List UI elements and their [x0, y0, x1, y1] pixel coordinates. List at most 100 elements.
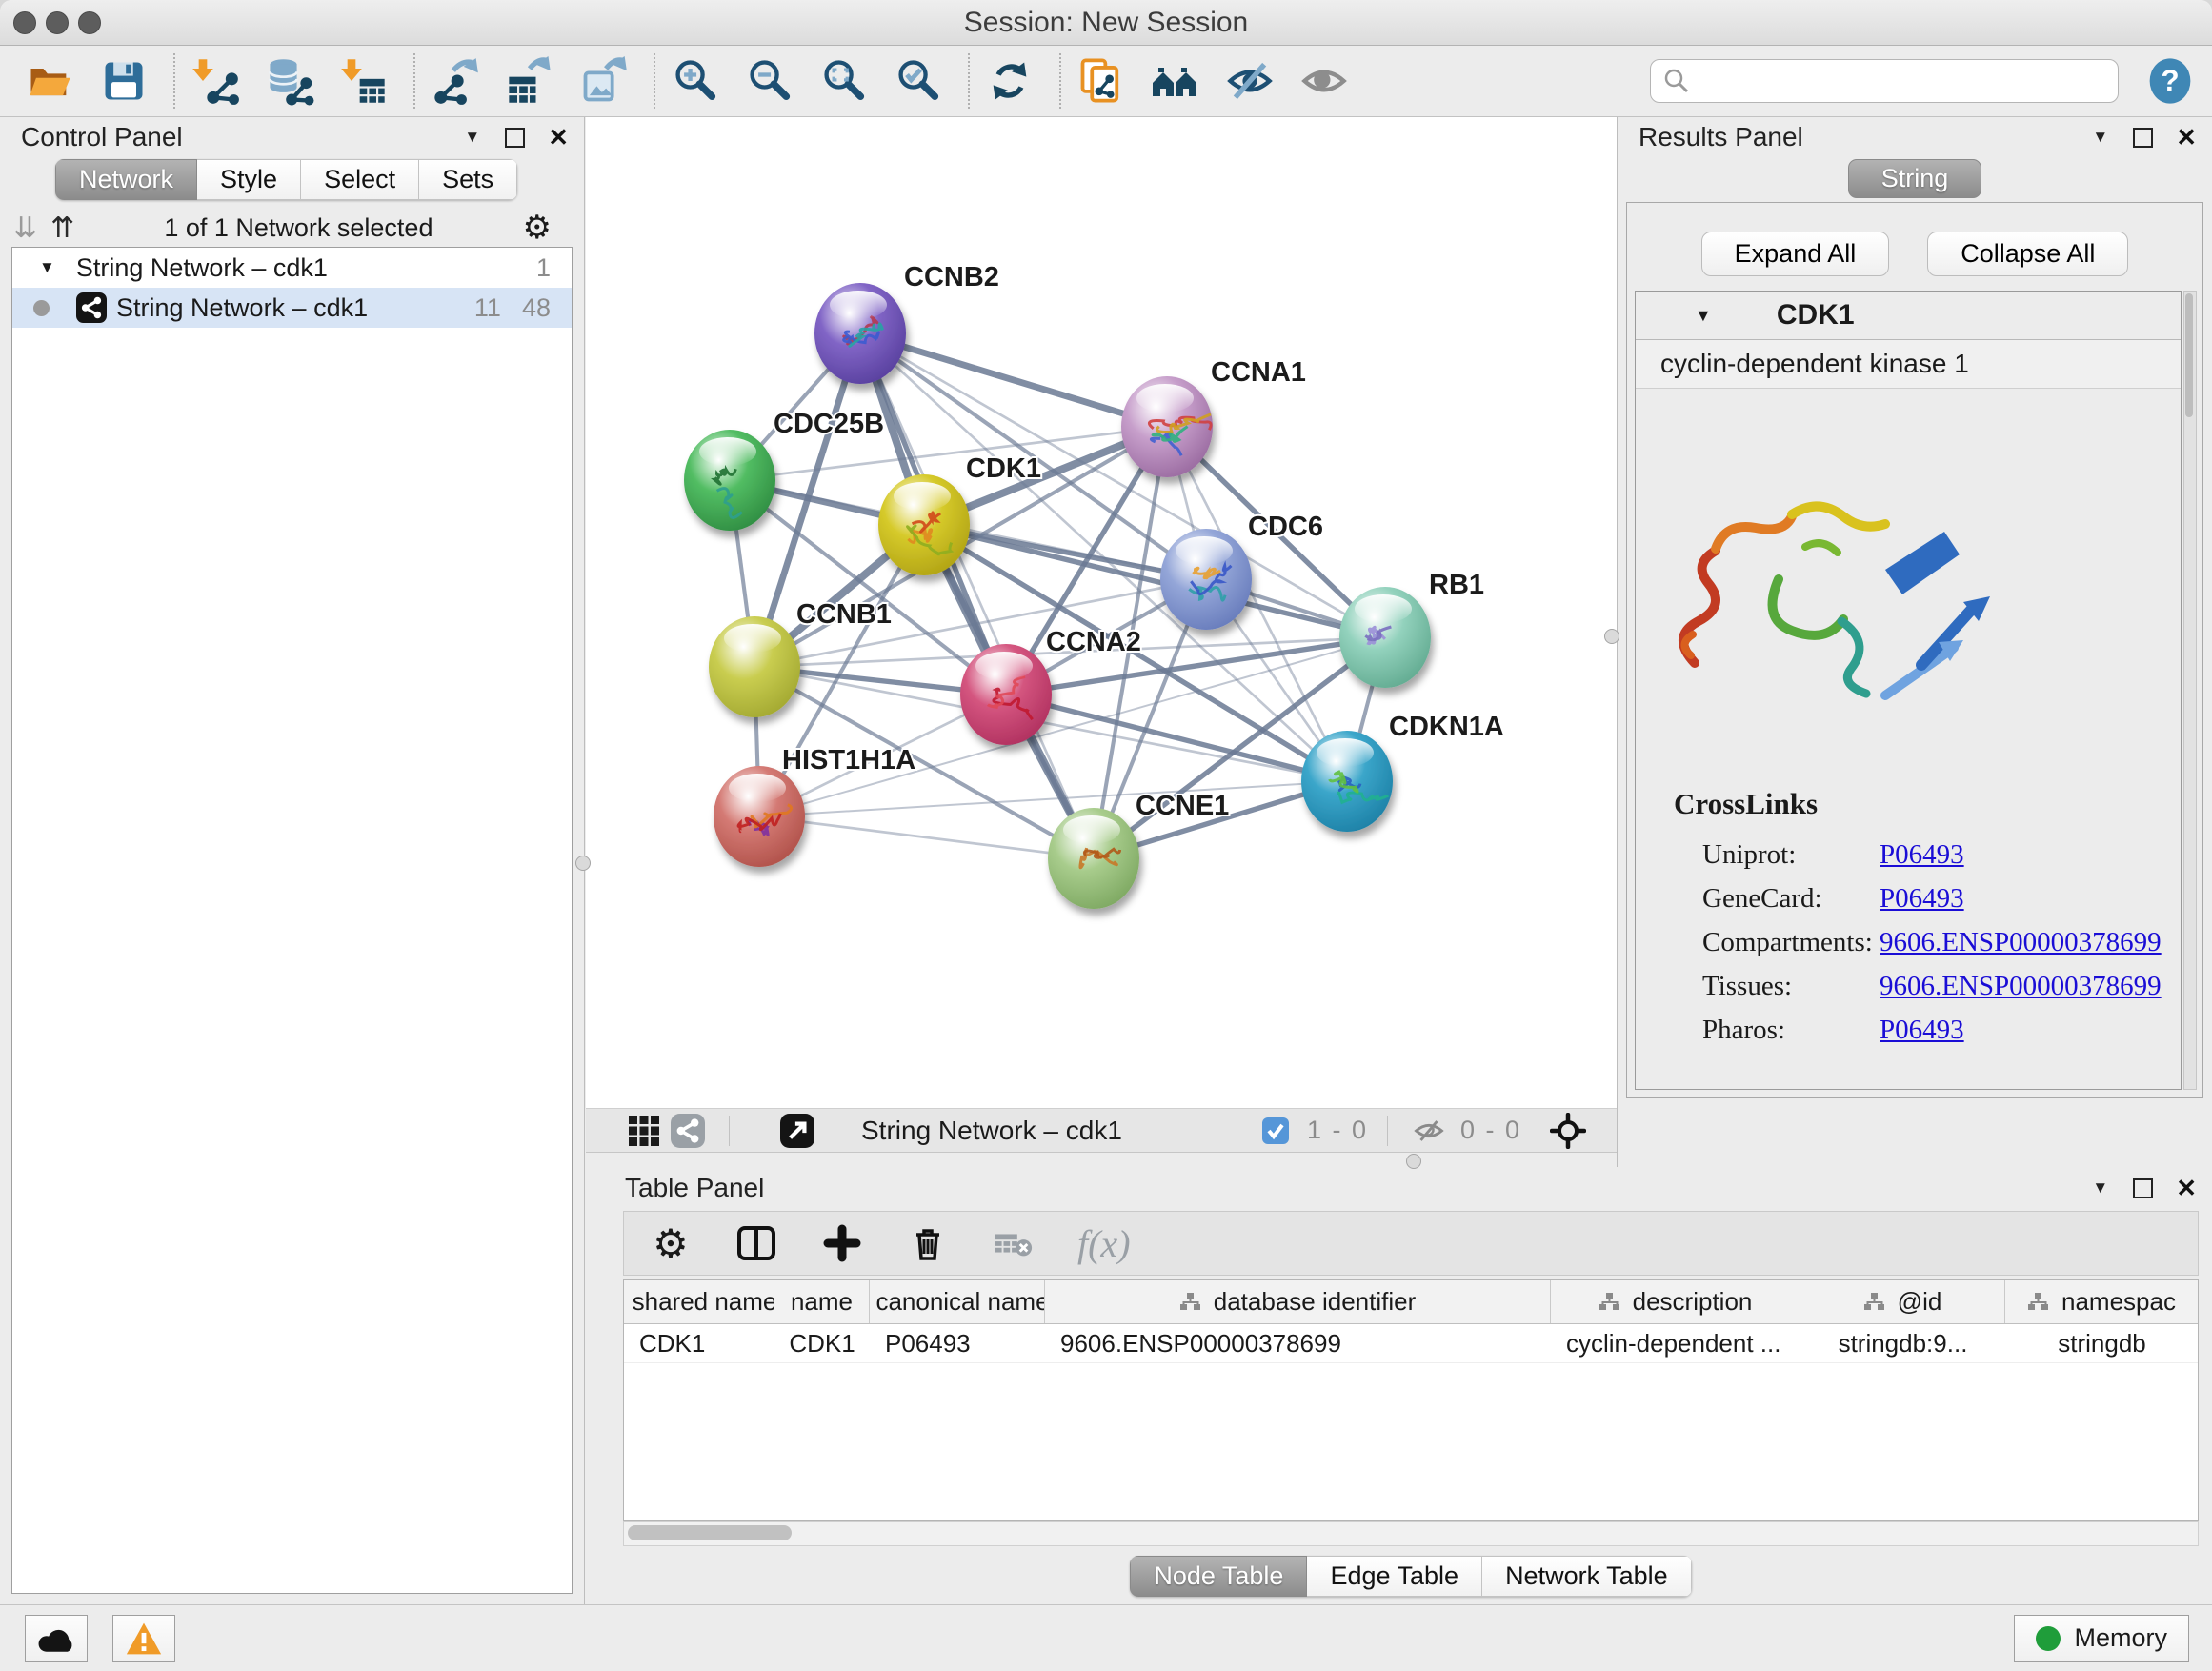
column-header-name[interactable]: name — [774, 1280, 870, 1323]
collapse-all-networks-icon[interactable]: ⇊ — [13, 211, 37, 245]
import-network-database-icon[interactable] — [263, 54, 316, 108]
cloud-status-button[interactable] — [25, 1615, 88, 1662]
hide-selected-eye-icon[interactable] — [1223, 54, 1277, 108]
collapse-all-button[interactable]: Collapse All — [1927, 232, 2128, 276]
table-cell[interactable]: CDK1 — [624, 1324, 774, 1362]
crosslink-link[interactable]: P06493 — [1880, 883, 1964, 915]
table-settings-gear-icon[interactable]: ⚙ — [649, 1221, 693, 1265]
panel-menu-icon[interactable]: ▼ — [2092, 128, 2108, 147]
export-image-icon[interactable] — [577, 54, 631, 108]
network-view-canvas[interactable]: CCNB2CCNA1CDC25BCDK1CDC6RB1CCNB1CCNA2CDK… — [586, 117, 1617, 1108]
function-builder-icon[interactable]: f(x) — [1077, 1221, 1131, 1266]
import-network-file-icon[interactable] — [189, 54, 242, 108]
help-icon[interactable]: ? — [2143, 54, 2197, 108]
export-table-icon[interactable] — [503, 54, 556, 108]
add-column-icon[interactable] — [820, 1221, 864, 1265]
expand-all-button[interactable]: Expand All — [1701, 232, 1890, 276]
panel-close-icon[interactable]: ✕ — [2176, 123, 2197, 152]
bottom-splitter-handle[interactable] — [1406, 1154, 1421, 1169]
network-node-RB1[interactable] — [1339, 587, 1431, 688]
table-cell[interactable]: stringdb:9... — [1800, 1324, 2005, 1362]
entry-expander-icon[interactable]: ▼ — [1695, 306, 1712, 326]
table-cell[interactable]: cyclin-dependent ... — [1551, 1324, 1800, 1362]
network-node-CCNA2[interactable] — [960, 644, 1052, 745]
results-scrollbar[interactable] — [2183, 291, 2197, 1090]
tab-node-table[interactable]: Node Table — [1130, 1556, 1307, 1597]
network-node-CCNA1[interactable] — [1121, 376, 1213, 477]
export-network-icon[interactable] — [429, 54, 482, 108]
show-all-eye-icon[interactable] — [1297, 54, 1351, 108]
hidden-eye-icon[interactable] — [1407, 1109, 1451, 1153]
column-header-canonical-name[interactable]: canonical name — [870, 1280, 1045, 1323]
apply-layout-icon[interactable] — [983, 54, 1036, 108]
network-row[interactable]: String Network – cdk1 11 48 — [12, 288, 572, 328]
network-edge[interactable] — [860, 333, 1094, 858]
panel-float-icon[interactable] — [2133, 128, 2153, 148]
table-cell[interactable]: stringdb — [2005, 1324, 2199, 1362]
tab-style[interactable]: Style — [197, 159, 301, 200]
crosslink-link[interactable]: P06493 — [1880, 1015, 1964, 1046]
column-header-shared-name[interactable]: shared name — [624, 1280, 774, 1323]
zoom-selected-icon[interactable] — [892, 54, 945, 108]
first-neighbors-icon[interactable] — [1149, 54, 1202, 108]
crosslink-link[interactable]: P06493 — [1880, 839, 1964, 871]
network-edge[interactable] — [860, 333, 1167, 427]
table-cell[interactable]: P06493 — [870, 1324, 1045, 1362]
network-node-CCNE1[interactable] — [1048, 808, 1139, 909]
save-session-icon[interactable] — [97, 54, 151, 108]
network-collection-row[interactable]: ▼ String Network – cdk1 1 — [12, 248, 572, 288]
detach-view-icon[interactable] — [775, 1109, 819, 1153]
tab-select[interactable]: Select — [301, 159, 419, 200]
delete-column-trash-icon[interactable] — [906, 1221, 950, 1265]
memory-button[interactable]: Memory — [2014, 1615, 2189, 1662]
crosslink-link[interactable]: 9606.ENSP00000378699 — [1880, 927, 2162, 958]
warning-status-button[interactable] — [112, 1615, 175, 1662]
table-horizontal-scrollbar[interactable] — [623, 1521, 2199, 1546]
show-columns-icon[interactable] — [734, 1221, 778, 1265]
network-node-HIST1H1A[interactable] — [714, 766, 805, 867]
zoom-out-icon[interactable] — [743, 54, 796, 108]
selected-nodes-checkbox[interactable] — [1254, 1109, 1297, 1153]
delete-table-icon[interactable] — [992, 1221, 1036, 1265]
panel-menu-icon[interactable]: ▼ — [464, 128, 480, 147]
column-header--id[interactable]: @id — [1800, 1280, 2005, 1323]
table-cell[interactable]: 9606.ENSP00000378699 — [1045, 1324, 1551, 1362]
network-node-CDC25B[interactable] — [684, 430, 775, 531]
network-node-CDC6[interactable] — [1160, 529, 1252, 630]
expand-all-networks-icon[interactable]: ⇈ — [50, 211, 74, 245]
zoom-in-icon[interactable] — [669, 54, 722, 108]
protein-entry-header[interactable]: ▼ CDK1 — [1636, 292, 2181, 340]
table-row[interactable]: CDK1CDK1P064939606.ENSP00000378699cyclin… — [624, 1324, 2198, 1363]
open-session-icon[interactable] — [23, 54, 76, 108]
network-node-CDKN1A[interactable] — [1301, 731, 1393, 832]
column-header-namespac[interactable]: namespac — [2005, 1280, 2199, 1323]
tab-sets[interactable]: Sets — [419, 159, 517, 200]
network-options-gear-icon[interactable]: ⚙ — [523, 209, 552, 247]
fit-content-crosshair-icon[interactable] — [1546, 1109, 1590, 1153]
grid-view-icon[interactable] — [622, 1109, 666, 1153]
panel-menu-icon[interactable]: ▼ — [2092, 1178, 2108, 1198]
tab-string[interactable]: String — [1848, 159, 1982, 198]
left-splitter-handle[interactable] — [575, 856, 591, 871]
table-cell[interactable]: CDK1 — [774, 1324, 870, 1362]
network-edge[interactable] — [759, 816, 1094, 858]
search-input[interactable] — [1691, 66, 2106, 97]
panel-close-icon[interactable]: ✕ — [548, 123, 569, 152]
panel-float-icon[interactable] — [2133, 1178, 2153, 1198]
import-table-file-icon[interactable] — [337, 54, 391, 108]
column-header-database-identifier[interactable]: database identifier — [1045, 1280, 1551, 1323]
panel-close-icon[interactable]: ✕ — [2176, 1174, 2197, 1203]
zoom-fit-icon[interactable] — [817, 54, 871, 108]
crosslink-link[interactable]: 9606.ENSP00000378699 — [1880, 971, 2162, 1002]
tab-network-table[interactable]: Network Table — [1482, 1556, 1692, 1597]
network-node-CCNB2[interactable] — [814, 283, 906, 384]
network-node-CDK1[interactable] — [878, 474, 970, 575]
network-node-CCNB1[interactable] — [709, 616, 800, 717]
tab-network[interactable]: Network — [55, 159, 197, 200]
network-view-mode-icon[interactable] — [666, 1109, 710, 1153]
right-splitter-handle[interactable] — [1604, 629, 1619, 644]
collection-expander-icon[interactable]: ▼ — [39, 258, 55, 277]
tab-edge-table[interactable]: Edge Table — [1307, 1556, 1482, 1597]
column-header-description[interactable]: description — [1551, 1280, 1800, 1323]
clone-network-icon[interactable] — [1075, 54, 1128, 108]
